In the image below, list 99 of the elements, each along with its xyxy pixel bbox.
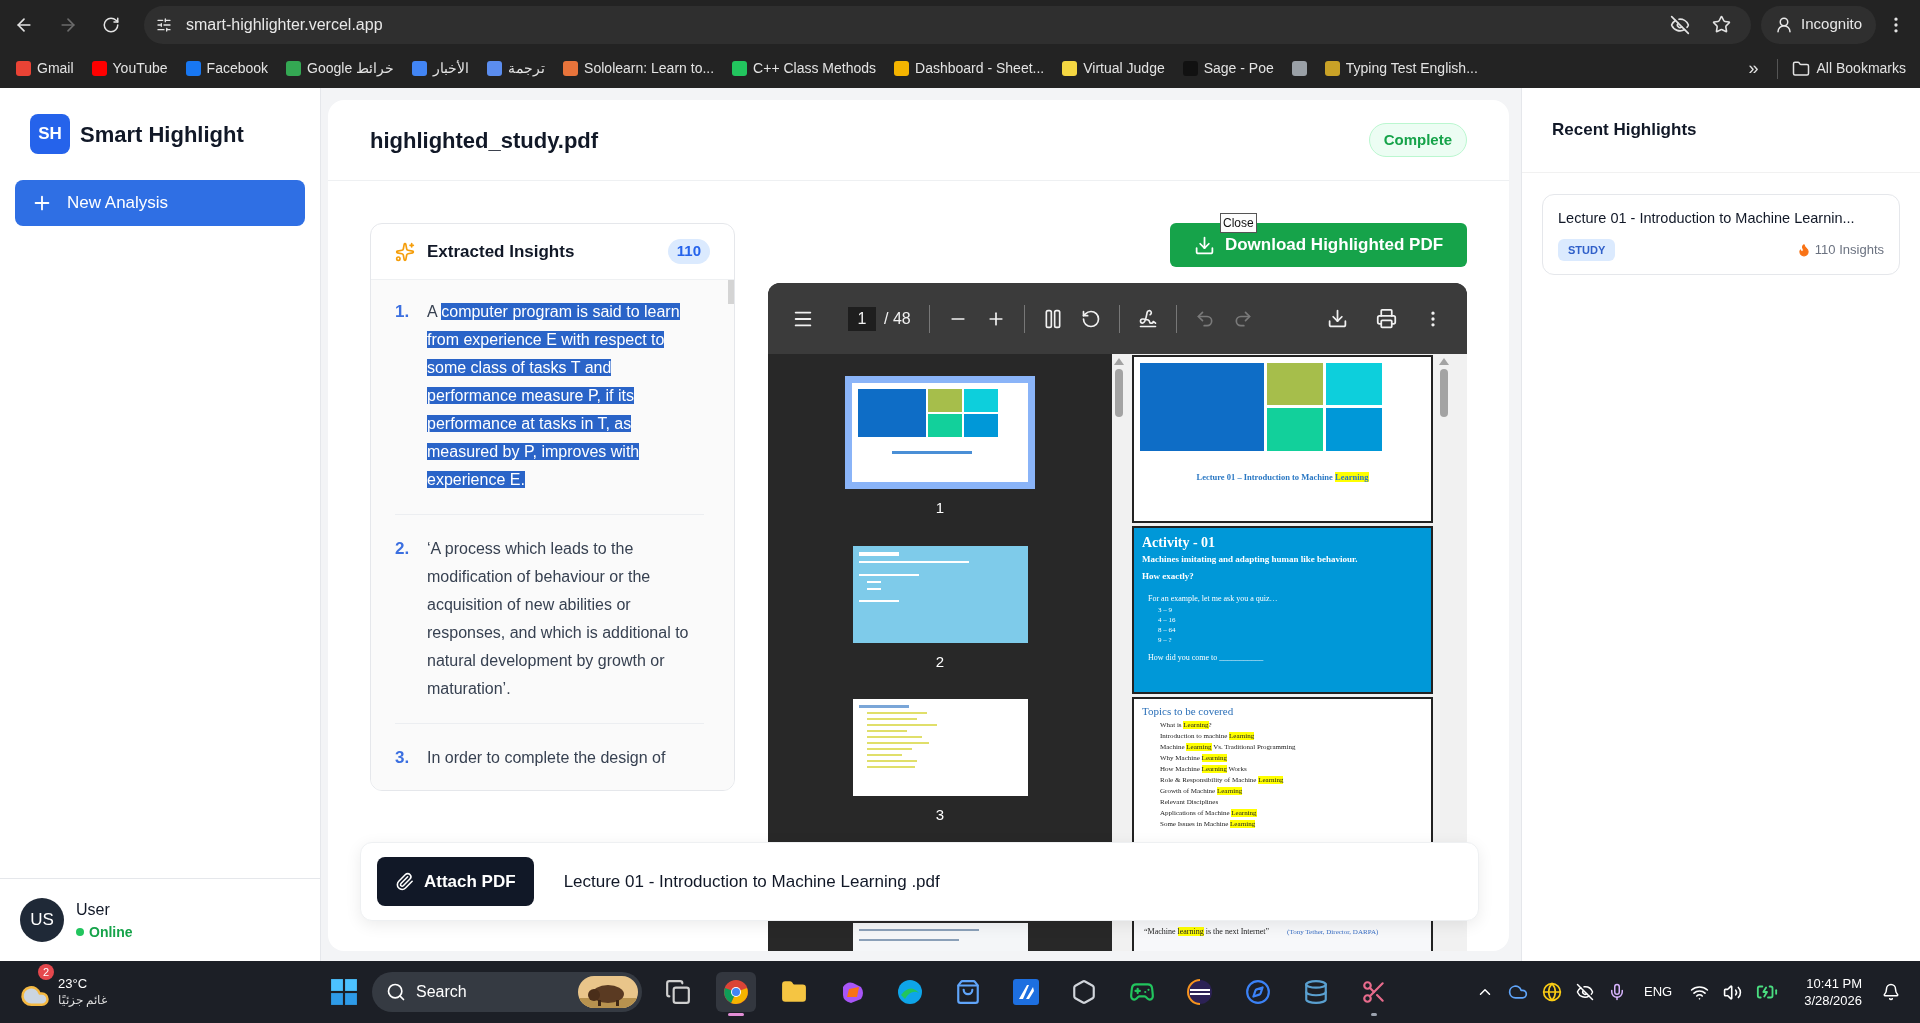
folder-icon xyxy=(1791,59,1810,78)
insight-count: 110 xyxy=(667,239,710,264)
page-thumbnail[interactable] xyxy=(852,545,1028,643)
bookmark[interactable]: Google خرائط xyxy=(284,58,397,79)
page-thumbnail[interactable] xyxy=(852,699,1028,796)
insight-text: A computer program is said to learn from experience E with respect to some class of tasks T and performance measure P, if its performance at tasks in T, as measured by P, improves with experience E. xyxy=(427,302,681,490)
scrollbar-thumb[interactable] xyxy=(1115,369,1123,417)
swirl-icon[interactable] xyxy=(897,979,923,1005)
insight-number: 3. xyxy=(395,747,411,769)
url-text: smart-highlighter.vercel.app xyxy=(186,14,384,35)
temperature: 23°C xyxy=(58,976,89,992)
bookmark[interactable]: C++ Class Methods xyxy=(730,58,879,79)
weather-condition: غائم جزئيًا xyxy=(58,992,108,1008)
slide-title: Lecture 01 – Introduction to Machine Learning xyxy=(1195,471,1370,484)
app-name: Smart Highlight xyxy=(80,120,244,149)
address-bar[interactable]: smart-highlighter.vercel.app xyxy=(144,5,1752,44)
more-bookmarks-button[interactable]: » xyxy=(1744,55,1763,82)
user-status: Online xyxy=(89,922,133,942)
logo: SH xyxy=(30,114,70,154)
annotate-icon[interactable] xyxy=(1137,308,1158,329)
slide-text: How did you come to ___________ xyxy=(1148,652,1265,664)
panel-title: Recent Highlights xyxy=(1552,119,1697,142)
bookmark[interactable]: Dashboard - Sheet... xyxy=(892,58,1047,79)
profile-button[interactable]: Incognito xyxy=(1761,5,1876,44)
download-icon xyxy=(1193,234,1215,256)
tag: STUDY xyxy=(1558,238,1616,262)
insight-number: 1. xyxy=(395,301,411,323)
slide-text: For an example, let me ask you a quiz… xyxy=(1148,593,1279,605)
search-icon xyxy=(386,982,406,1002)
eclipse-icon[interactable] xyxy=(1187,979,1213,1005)
volume-icon[interactable] xyxy=(1723,982,1743,1002)
rotate-icon[interactable] xyxy=(1080,308,1101,329)
tooltip: Close xyxy=(1220,213,1257,233)
page-thumbnail[interactable] xyxy=(845,376,1035,489)
print-icon[interactable] xyxy=(1376,308,1397,329)
bookmark[interactable]: Gmail xyxy=(14,58,76,79)
all-bookmarks-button[interactable]: All Bookmarks xyxy=(1791,58,1906,79)
paperclip-icon xyxy=(395,872,414,891)
scrollbar-thumb[interactable] xyxy=(1440,369,1448,417)
status-badge: Complete xyxy=(1368,122,1467,158)
cloud-icon[interactable] xyxy=(1508,982,1528,1002)
window-stack-icon[interactable] xyxy=(665,979,691,1005)
download-icon[interactable] xyxy=(1327,308,1348,329)
language-indicator[interactable]: ENG xyxy=(1644,982,1673,1002)
user-avatar: US xyxy=(20,898,64,942)
insight-text: In order to complete the design of xyxy=(427,748,666,768)
database-icon[interactable] xyxy=(1303,979,1329,1005)
clock-time[interactable]: 10:41 PM xyxy=(1806,975,1862,992)
page-thumbnail[interactable] xyxy=(852,922,1028,951)
tile-icon[interactable] xyxy=(1013,979,1039,1005)
user-name: User xyxy=(76,899,111,920)
panel-title: Extracted Insights xyxy=(427,240,576,263)
file-name: Lecture 01 - Introduction to Machine Learning .pdf xyxy=(563,870,940,893)
bookmark[interactable]: Sage - Poe xyxy=(1180,58,1276,79)
compass-icon[interactable] xyxy=(1245,979,1271,1005)
bookmark[interactable]: ترجمة xyxy=(485,58,548,79)
page-number: 2 xyxy=(935,651,945,672)
bookmark[interactable]: Facebook xyxy=(183,58,271,79)
insight-count: 110 Insights xyxy=(1814,241,1884,260)
start-icon[interactable] xyxy=(330,978,358,1006)
attach-pdf-button[interactable]: Attach PDF xyxy=(377,857,534,906)
insight-number: 2. xyxy=(395,538,411,560)
bookmark[interactable]: YouTube xyxy=(89,58,170,79)
browser-icon[interactable] xyxy=(723,979,749,1005)
hexagon-icon[interactable] xyxy=(1071,979,1097,1005)
sparkle-icon xyxy=(395,241,415,262)
page-total: / 48 xyxy=(884,308,911,329)
scissors-icon[interactable] xyxy=(1361,979,1387,1005)
folder-icon[interactable] xyxy=(781,979,807,1005)
reload-icon[interactable] xyxy=(102,15,120,34)
site-info-icon[interactable] xyxy=(156,16,172,33)
slide-text: Machines imitating and adapting human like behaviour. xyxy=(1142,553,1359,566)
shopping-bag-icon[interactable] xyxy=(955,979,981,1005)
bookmark[interactable]: Typing Test English... xyxy=(1322,58,1480,79)
page-input[interactable]: 1 xyxy=(848,306,876,331)
notification-icon[interactable] xyxy=(1882,983,1900,1001)
microphone-icon[interactable] xyxy=(1608,983,1626,1001)
slide-title: Activity - 01 xyxy=(1142,534,1217,552)
bookmark[interactable]: Virtual Judge xyxy=(1060,58,1167,79)
page-number: 3 xyxy=(935,805,945,825)
scrollbar-thumb[interactable] xyxy=(728,280,734,304)
slide-quote: “Machine learning is the next Internet” xyxy=(1144,926,1270,938)
new-analysis-button[interactable]: New Analysis xyxy=(15,180,305,226)
document-title: highlighted_study.pdf xyxy=(370,126,599,155)
flame-icon xyxy=(1796,243,1811,257)
recent-title: Lecture 01 - Introduction to Machine Learnin... xyxy=(1558,209,1856,228)
bookmark[interactable]: Sololearn: Learn to... xyxy=(561,58,717,79)
clock-date[interactable]: 3/28/2026 xyxy=(1804,992,1862,1009)
notification-badge: 2 xyxy=(38,964,54,980)
insight-text: ‘A process which leads to the modification of behaviour or the acquisition of new abilities or responses, and which is additional to natural development by growth or maturation’. xyxy=(427,539,690,699)
eye-off-icon[interactable] xyxy=(1670,14,1691,35)
star-icon[interactable] xyxy=(1712,15,1732,34)
bookmark[interactable]: الأخبار xyxy=(410,58,472,79)
recent-card[interactable]: Lecture 01 - Introduction to Machine Learnin... STUDY 110 Insights xyxy=(1542,194,1900,276)
globe-icon[interactable] xyxy=(1542,982,1562,1002)
slide-text: How exactly? xyxy=(1142,569,1195,583)
slide-title: Topics to be covered xyxy=(1142,704,1235,719)
search-box[interactable]: Search xyxy=(372,972,642,1012)
page-number: 1 xyxy=(935,498,945,518)
